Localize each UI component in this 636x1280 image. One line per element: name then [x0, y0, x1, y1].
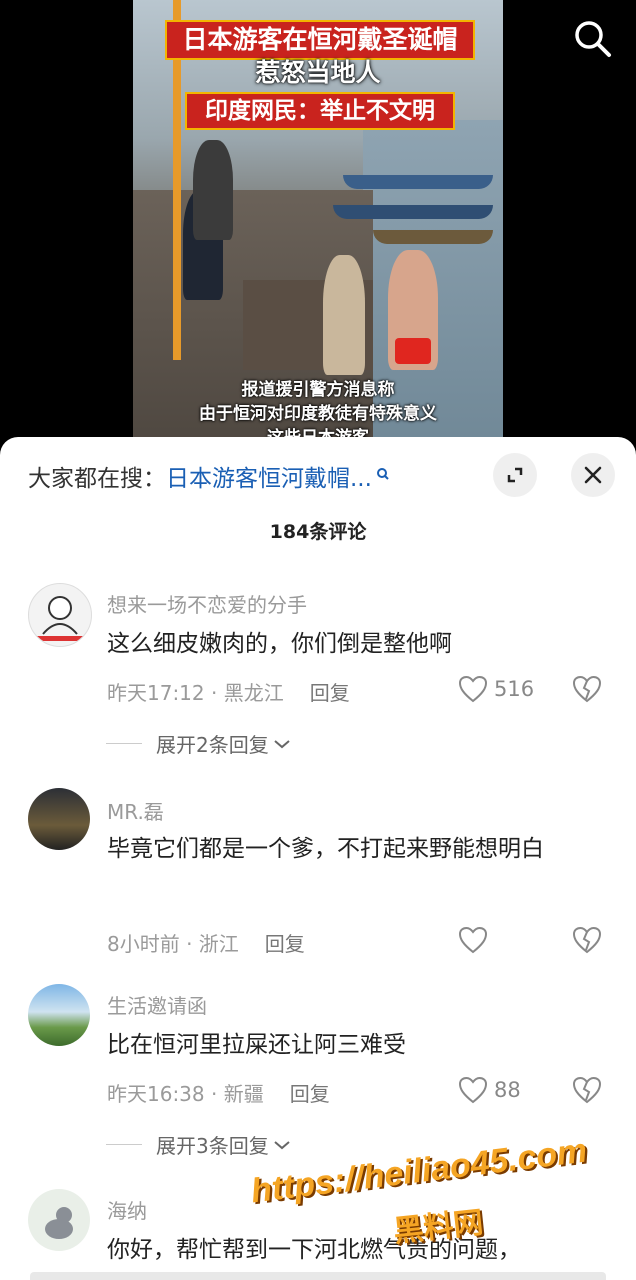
comment-time-location: 昨天17:12 · 黑龙江 — [107, 681, 284, 705]
comment-text: 你好，帮忙帮到一下河北燃气贵的问题， — [107, 1237, 521, 1263]
comment-username[interactable]: 海纳 — [107, 1195, 147, 1224]
heart-icon — [458, 926, 488, 954]
video-player[interactable]: 日本游客在恒河戴圣诞帽 惹怒当地人 印度网民：举止不文明 报道援引警方消息称 由… — [0, 0, 636, 460]
comment-time-location: 8小时前 · 浙江 — [107, 932, 239, 956]
like-count: 88 — [494, 1078, 521, 1102]
comment-username[interactable]: 生活邀请函 — [107, 990, 207, 1019]
trending-search-query[interactable]: 日本游客恒河戴帽... — [166, 466, 372, 492]
comment-username[interactable]: MR.磊 — [107, 796, 164, 825]
red-shorts — [395, 338, 431, 364]
comment-meta: 8小时前 · 浙江 回复 — [107, 928, 305, 957]
search-icon[interactable] — [572, 18, 614, 60]
video-caption: 由于恒河对印度教徒有特殊意义 — [199, 404, 437, 424]
dislike-button[interactable] — [572, 675, 602, 707]
expand-replies[interactable]: 展开2条回复 — [106, 729, 292, 758]
dislike-button[interactable] — [572, 926, 602, 958]
chevron-down-icon — [274, 1140, 290, 1149]
video-title-banner: 日本游客在恒河戴圣诞帽 — [165, 20, 475, 60]
dislike-button[interactable] — [572, 1076, 602, 1108]
like-button[interactable] — [458, 926, 494, 954]
small-search-icon — [376, 461, 390, 487]
comment-text: 这么细皮嫩肉的，你们倒是整他啊 — [107, 631, 452, 657]
broken-heart-icon — [572, 675, 602, 703]
comment-username[interactable]: 想来一场不恋爱的分手 — [107, 589, 307, 618]
video-title-line: 惹怒当地人 — [255, 58, 381, 87]
watermark-name: 黑料网 — [391, 1205, 485, 1250]
like-button[interactable]: 88 — [458, 1076, 521, 1104]
trending-search-prefix: 大家都在搜： — [28, 466, 166, 492]
boat — [333, 205, 493, 219]
expand-replies-label: 展开2条回复 — [156, 733, 269, 757]
video-subtitle-banner: 印度网民：举止不文明 — [185, 92, 455, 130]
close-icon — [584, 466, 602, 484]
like-count: 516 — [494, 677, 535, 701]
chevron-down-icon — [274, 739, 290, 748]
bystander-figure — [193, 140, 233, 240]
heart-icon — [458, 675, 488, 703]
comment-time-location: 昨天16:38 · 新疆 — [107, 1082, 264, 1106]
heart-icon — [458, 1076, 488, 1104]
reply-button[interactable]: 回复 — [290, 1082, 330, 1106]
comment-text: 毕竟它们都是一个爹，不打起来野能想明白 — [107, 836, 544, 862]
reply-button[interactable]: 回复 — [265, 932, 305, 956]
divider — [106, 743, 142, 744]
comment-meta: 昨天16:38 · 新疆 回复 — [107, 1078, 330, 1107]
close-button[interactable] — [571, 453, 615, 497]
comment-text: 比在恒河里拉屎还让阿三难受 — [107, 1032, 406, 1058]
boat — [343, 175, 493, 189]
broken-heart-icon — [572, 926, 602, 954]
expand-fullscreen-button[interactable] — [493, 453, 537, 497]
expand-icon — [507, 467, 523, 483]
avatar[interactable] — [28, 583, 92, 647]
avatar[interactable] — [28, 1189, 90, 1251]
comment-meta: 昨天17:12 · 黑龙江 回复 — [107, 677, 350, 706]
tourist-figure — [323, 255, 365, 375]
reply-button[interactable]: 回复 — [310, 681, 350, 705]
avatar[interactable] — [28, 984, 90, 1046]
video-caption: 报道援引警方消息称 — [241, 380, 395, 400]
expand-replies-label: 展开3条回复 — [156, 1134, 269, 1158]
avatar[interactable] — [28, 788, 90, 850]
trending-search[interactable]: 大家都在搜：日本游客恒河戴帽... — [28, 459, 390, 493]
divider — [106, 1144, 142, 1145]
like-button[interactable]: 516 — [458, 675, 534, 703]
expand-replies[interactable]: 展开3条回复 — [106, 1130, 292, 1159]
broken-heart-icon — [572, 1076, 602, 1104]
boat — [373, 230, 493, 244]
comment-count: 184条评论 — [269, 521, 367, 543]
video-frame[interactable]: 日本游客在恒河戴圣诞帽 惹怒当地人 印度网民：举止不文明 报道援引警方消息称 由… — [133, 0, 503, 460]
bottom-input-bar[interactable] — [30, 1272, 606, 1280]
